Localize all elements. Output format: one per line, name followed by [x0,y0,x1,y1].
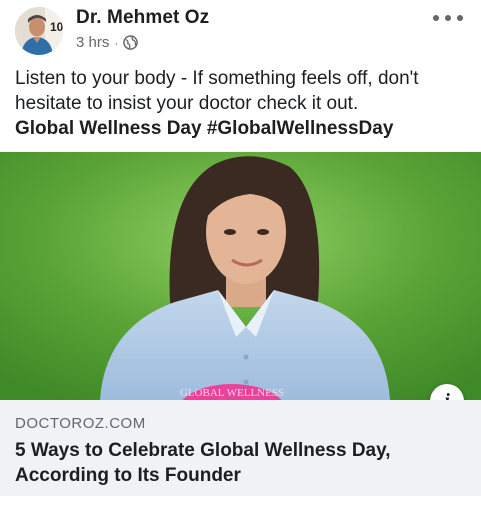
more-dot [457,15,463,21]
avatar-badge: 10 [50,20,63,34]
post-body-text: Listen to your body - If something feels… [15,68,419,114]
woman-portrait-illustration: GLOBAL WELLNESS [0,152,481,400]
facebook-post: 10 Dr. Mehmet Oz 3 hrs · Listen to your … [0,0,481,505]
link-domain: DOCTOROZ.COM [15,415,146,432]
globe-icon[interactable] [123,35,139,50]
more-dot [433,15,439,21]
link-preview-image[interactable]: GLOBAL WELLNESS i [0,152,481,400]
avatar-image: 10 [15,7,63,55]
post-message: Listen to your body - If something feels… [15,66,475,141]
author-name[interactable]: Dr. Mehmet Oz [76,7,209,29]
link-preview-card[interactable]: DOCTOROZ.COM 5 Ways to Celebrate Global … [0,400,481,496]
more-dot [445,15,451,21]
post-hashtags[interactable]: Global Wellness Day #GlobalWellnessDay [15,116,475,141]
post-meta: 3 hrs · [76,34,139,51]
more-options-icon[interactable] [433,8,463,28]
link-title: 5 Ways to Celebrate Global Wellness Day,… [15,440,391,486]
author-avatar[interactable]: 10 [15,7,63,55]
post-timestamp[interactable]: 3 hrs [76,34,109,51]
meta-separator: · [114,35,119,50]
image-badge-text: GLOBAL WELLNESS [180,387,284,399]
